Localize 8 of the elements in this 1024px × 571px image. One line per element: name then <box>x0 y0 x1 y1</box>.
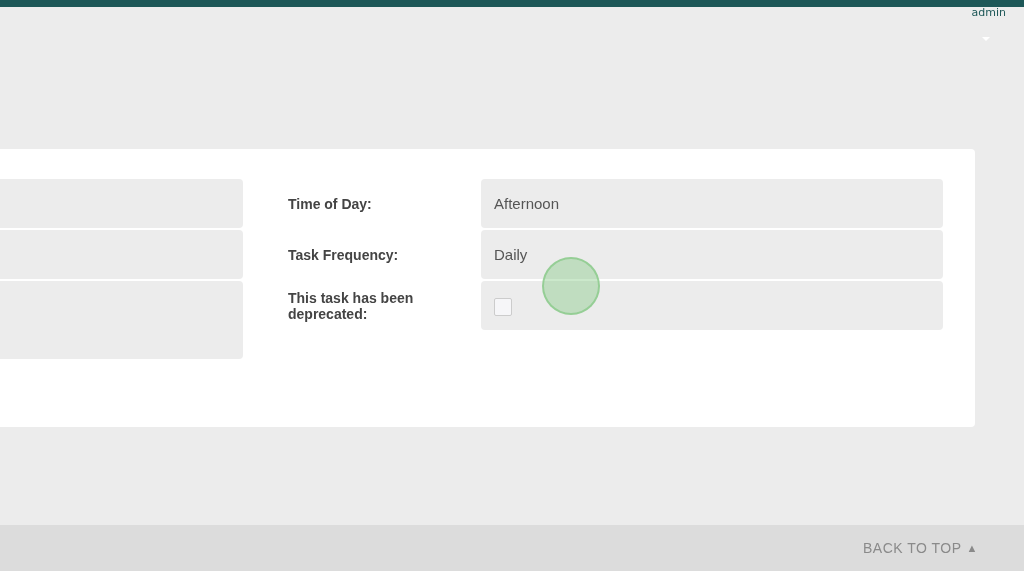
triangle-icon: ▲ <box>966 542 978 554</box>
checkbox[interactable] <box>494 298 512 316</box>
input-field[interactable]: Daily <box>481 230 943 279</box>
input-field[interactable]: Afternoon <box>481 179 943 228</box>
field-label: Time of Day: <box>288 195 373 212</box>
field-label: Task Frequency: <box>288 246 400 263</box>
field-label: This task has been deprecated: <box>288 289 415 322</box>
user-name[interactable]: admin <box>971 7 1006 19</box>
